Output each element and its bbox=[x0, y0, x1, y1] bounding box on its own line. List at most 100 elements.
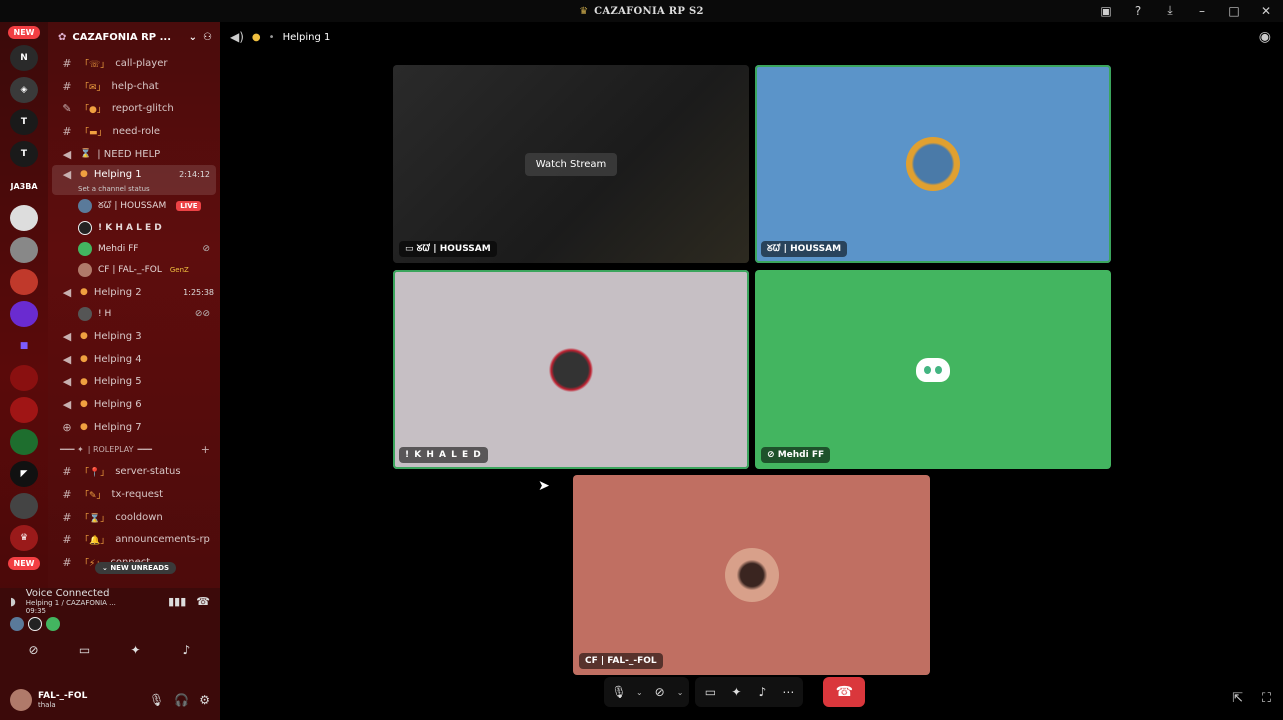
server-icon[interactable] bbox=[10, 269, 38, 295]
watch-stream-button[interactable]: Watch Stream bbox=[524, 152, 618, 176]
avatar[interactable] bbox=[46, 617, 60, 631]
voice-member[interactable]: ! K H A L E D bbox=[48, 217, 220, 238]
server-icon[interactable]: ◈ bbox=[10, 77, 38, 103]
live-badge: LIVE bbox=[176, 201, 202, 212]
channel-helping-6[interactable]: ◀ ● Helping 6 bbox=[48, 393, 220, 416]
hash-icon: # bbox=[62, 465, 72, 479]
title-bar: ♛ CAZAFONIA RP S2 ▣ ? ⤓ – □ ✕ bbox=[0, 0, 1283, 22]
channel-helping-4[interactable]: ◀ ● Helping 4 bbox=[48, 348, 220, 371]
forum-icon: ✎ bbox=[62, 102, 72, 116]
bulb-icon: ● bbox=[80, 354, 88, 365]
channel-helping-2[interactable]: ◀ ● Helping 2 1:25:38 bbox=[48, 281, 220, 304]
voice-location[interactable]: Helping 1 / CAZAFONIA ... bbox=[26, 599, 116, 607]
server-icon[interactable]: N bbox=[10, 45, 38, 71]
server-icon[interactable] bbox=[10, 301, 38, 327]
disconnect-icon[interactable]: ☎ bbox=[196, 595, 210, 608]
screen-share-icon[interactable]: ▭ bbox=[65, 639, 105, 661]
channel-announcements-rp[interactable]: # 「🔔」 announcements-rp bbox=[48, 529, 220, 552]
chat-icon[interactable]: ◉ bbox=[1259, 29, 1271, 45]
voice-member[interactable]: Mehdi FF ⊘ bbox=[48, 238, 220, 259]
microphone-icon[interactable]: 🎙 bbox=[149, 693, 164, 707]
fullscreen-icon[interactable]: ⛶ bbox=[1262, 691, 1271, 706]
server-icon[interactable] bbox=[10, 237, 38, 263]
more-options-icon[interactable]: ⋯ bbox=[779, 685, 797, 699]
participant-tile-mehdi[interactable]: ⊘ Mehdi FF bbox=[755, 270, 1111, 469]
stream-tile[interactable]: Watch Stream ▭ ᘜᘺ | HOUSSAM bbox=[393, 65, 749, 263]
channel-help-chat[interactable]: # 「✉」 help-chat bbox=[48, 75, 220, 98]
server-icon[interactable] bbox=[10, 397, 38, 423]
screen-share-icon[interactable]: ▭ bbox=[701, 685, 719, 699]
channel-call-player[interactable]: # 「☏」 call-player bbox=[48, 52, 220, 75]
avatar[interactable] bbox=[28, 617, 42, 631]
pop-out-icon[interactable]: ⇱ bbox=[1232, 691, 1243, 706]
hangup-icon: ☎ bbox=[835, 684, 854, 700]
inbox-icon[interactable]: ▣ bbox=[1099, 4, 1113, 18]
close-icon[interactable]: ✕ bbox=[1259, 4, 1273, 18]
category-roleplay[interactable]: ━━━ ✦ | ROLEPLAY ━━━ + bbox=[48, 439, 220, 461]
channel-tx-request[interactable]: # 「✎」 tx-request bbox=[48, 483, 220, 506]
disconnect-button[interactable]: ☎ bbox=[823, 677, 866, 707]
add-member-icon[interactable]: ⚇ bbox=[203, 32, 212, 43]
participant-tile-khaled[interactable]: ! K H A L E D bbox=[393, 270, 749, 469]
speaker-icon: ◀ bbox=[62, 352, 72, 366]
help-icon[interactable]: ? bbox=[1131, 4, 1145, 18]
mouse-cursor-icon: ➤ bbox=[538, 478, 550, 494]
chevron-down-icon[interactable]: ⌄ bbox=[677, 688, 684, 697]
server-icon[interactable]: T bbox=[10, 109, 38, 135]
maximize-icon[interactable]: □ bbox=[1227, 4, 1241, 18]
server-icon[interactable]: T bbox=[10, 141, 38, 167]
speaker-icon: ◀ bbox=[62, 397, 72, 411]
microphone-icon[interactable]: 🎙 bbox=[610, 685, 628, 699]
new-unreads-button[interactable]: ⌄ NEW UNREADS bbox=[95, 562, 177, 574]
add-channel-icon[interactable]: + bbox=[201, 443, 210, 456]
avatar bbox=[724, 548, 779, 602]
voice-member[interactable]: ! H ⊘⊘ bbox=[48, 304, 220, 325]
activities-icon[interactable]: ✦ bbox=[727, 685, 745, 699]
participant-tile-fal[interactable]: CF | FAL-_-FOL bbox=[573, 475, 930, 675]
voice-member[interactable]: CF | FAL-_-FOL GenZ bbox=[48, 260, 220, 281]
soundboard-icon[interactable]: ♪ bbox=[753, 685, 771, 699]
gear-icon[interactable]: ⚙ bbox=[199, 693, 210, 707]
server-icon[interactable] bbox=[10, 429, 38, 455]
server-icon[interactable] bbox=[10, 493, 38, 519]
channel-helping-1[interactable]: ◀ ● Helping 1 2:14:12 Set a channel statu… bbox=[52, 165, 216, 196]
voice-member[interactable]: ᘜᘺ | HOUSSAM LIVE bbox=[48, 195, 220, 216]
headphones-icon[interactable]: 🎧 bbox=[174, 693, 189, 707]
soundboard-icon[interactable]: ▮▮▮ bbox=[168, 595, 186, 608]
server-icon[interactable]: ♛ bbox=[10, 525, 38, 551]
channel-helping-5[interactable]: ◀ ● Helping 5 bbox=[48, 370, 220, 393]
camera-off-icon[interactable]: ⊘ bbox=[651, 685, 669, 699]
participant-tile-houssam[interactable]: ᘜᘺ | HOUSSAM bbox=[755, 65, 1111, 263]
username: FAL-_-FOL bbox=[38, 691, 88, 701]
hash-icon: # bbox=[62, 510, 72, 524]
channel-cooldown[interactable]: # 「⌛」 cooldown bbox=[48, 506, 220, 529]
avatar[interactable] bbox=[10, 617, 24, 631]
server-icon[interactable] bbox=[10, 205, 38, 231]
channel-report-glitch[interactable]: ✎ 「●」 report-glitch bbox=[48, 97, 220, 120]
avatar bbox=[78, 307, 92, 322]
soundboard-icon[interactable]: ♪ bbox=[167, 639, 207, 661]
channel-helping-7[interactable]: ⊕ ● Helping 7 bbox=[48, 416, 220, 439]
bulb-icon: ● bbox=[80, 331, 88, 342]
channel-need-role[interactable]: # 「▬」 need-role bbox=[48, 120, 220, 143]
server-header[interactable]: ✿ CAZAFONIA RP ... ⌄ ⚇ bbox=[48, 22, 220, 52]
channel-server-status[interactable]: # 「📍」 server-status bbox=[48, 461, 220, 484]
chevron-down-icon[interactable]: ⌄ bbox=[636, 688, 643, 697]
camera-off-icon[interactable]: ⊘ bbox=[14, 639, 54, 661]
download-icon[interactable]: ⤓ bbox=[1163, 3, 1177, 18]
channel-status[interactable]: Set a channel status bbox=[60, 185, 216, 193]
folder-icon[interactable]: ■ bbox=[10, 333, 38, 359]
server-icon[interactable]: ◤ bbox=[10, 461, 38, 487]
server-icon[interactable] bbox=[10, 365, 38, 391]
new-badge: NEW bbox=[7, 26, 41, 39]
minimize-icon[interactable]: – bbox=[1195, 4, 1209, 18]
channel-helping-3[interactable]: ◀ ● Helping 3 bbox=[48, 325, 220, 348]
channel-need-help[interactable]: ◀ ⌛ | NEED HELP bbox=[48, 143, 220, 166]
server-icon[interactable]: JA3BA bbox=[10, 173, 38, 199]
speaker-icon: ◀ bbox=[62, 147, 72, 161]
discord-logo-icon bbox=[916, 357, 950, 382]
avatar[interactable] bbox=[10, 689, 32, 711]
hash-icon: # bbox=[62, 79, 72, 93]
participant-name: ! K H A L E D bbox=[399, 447, 488, 463]
activities-icon[interactable]: ✦ bbox=[116, 639, 156, 661]
